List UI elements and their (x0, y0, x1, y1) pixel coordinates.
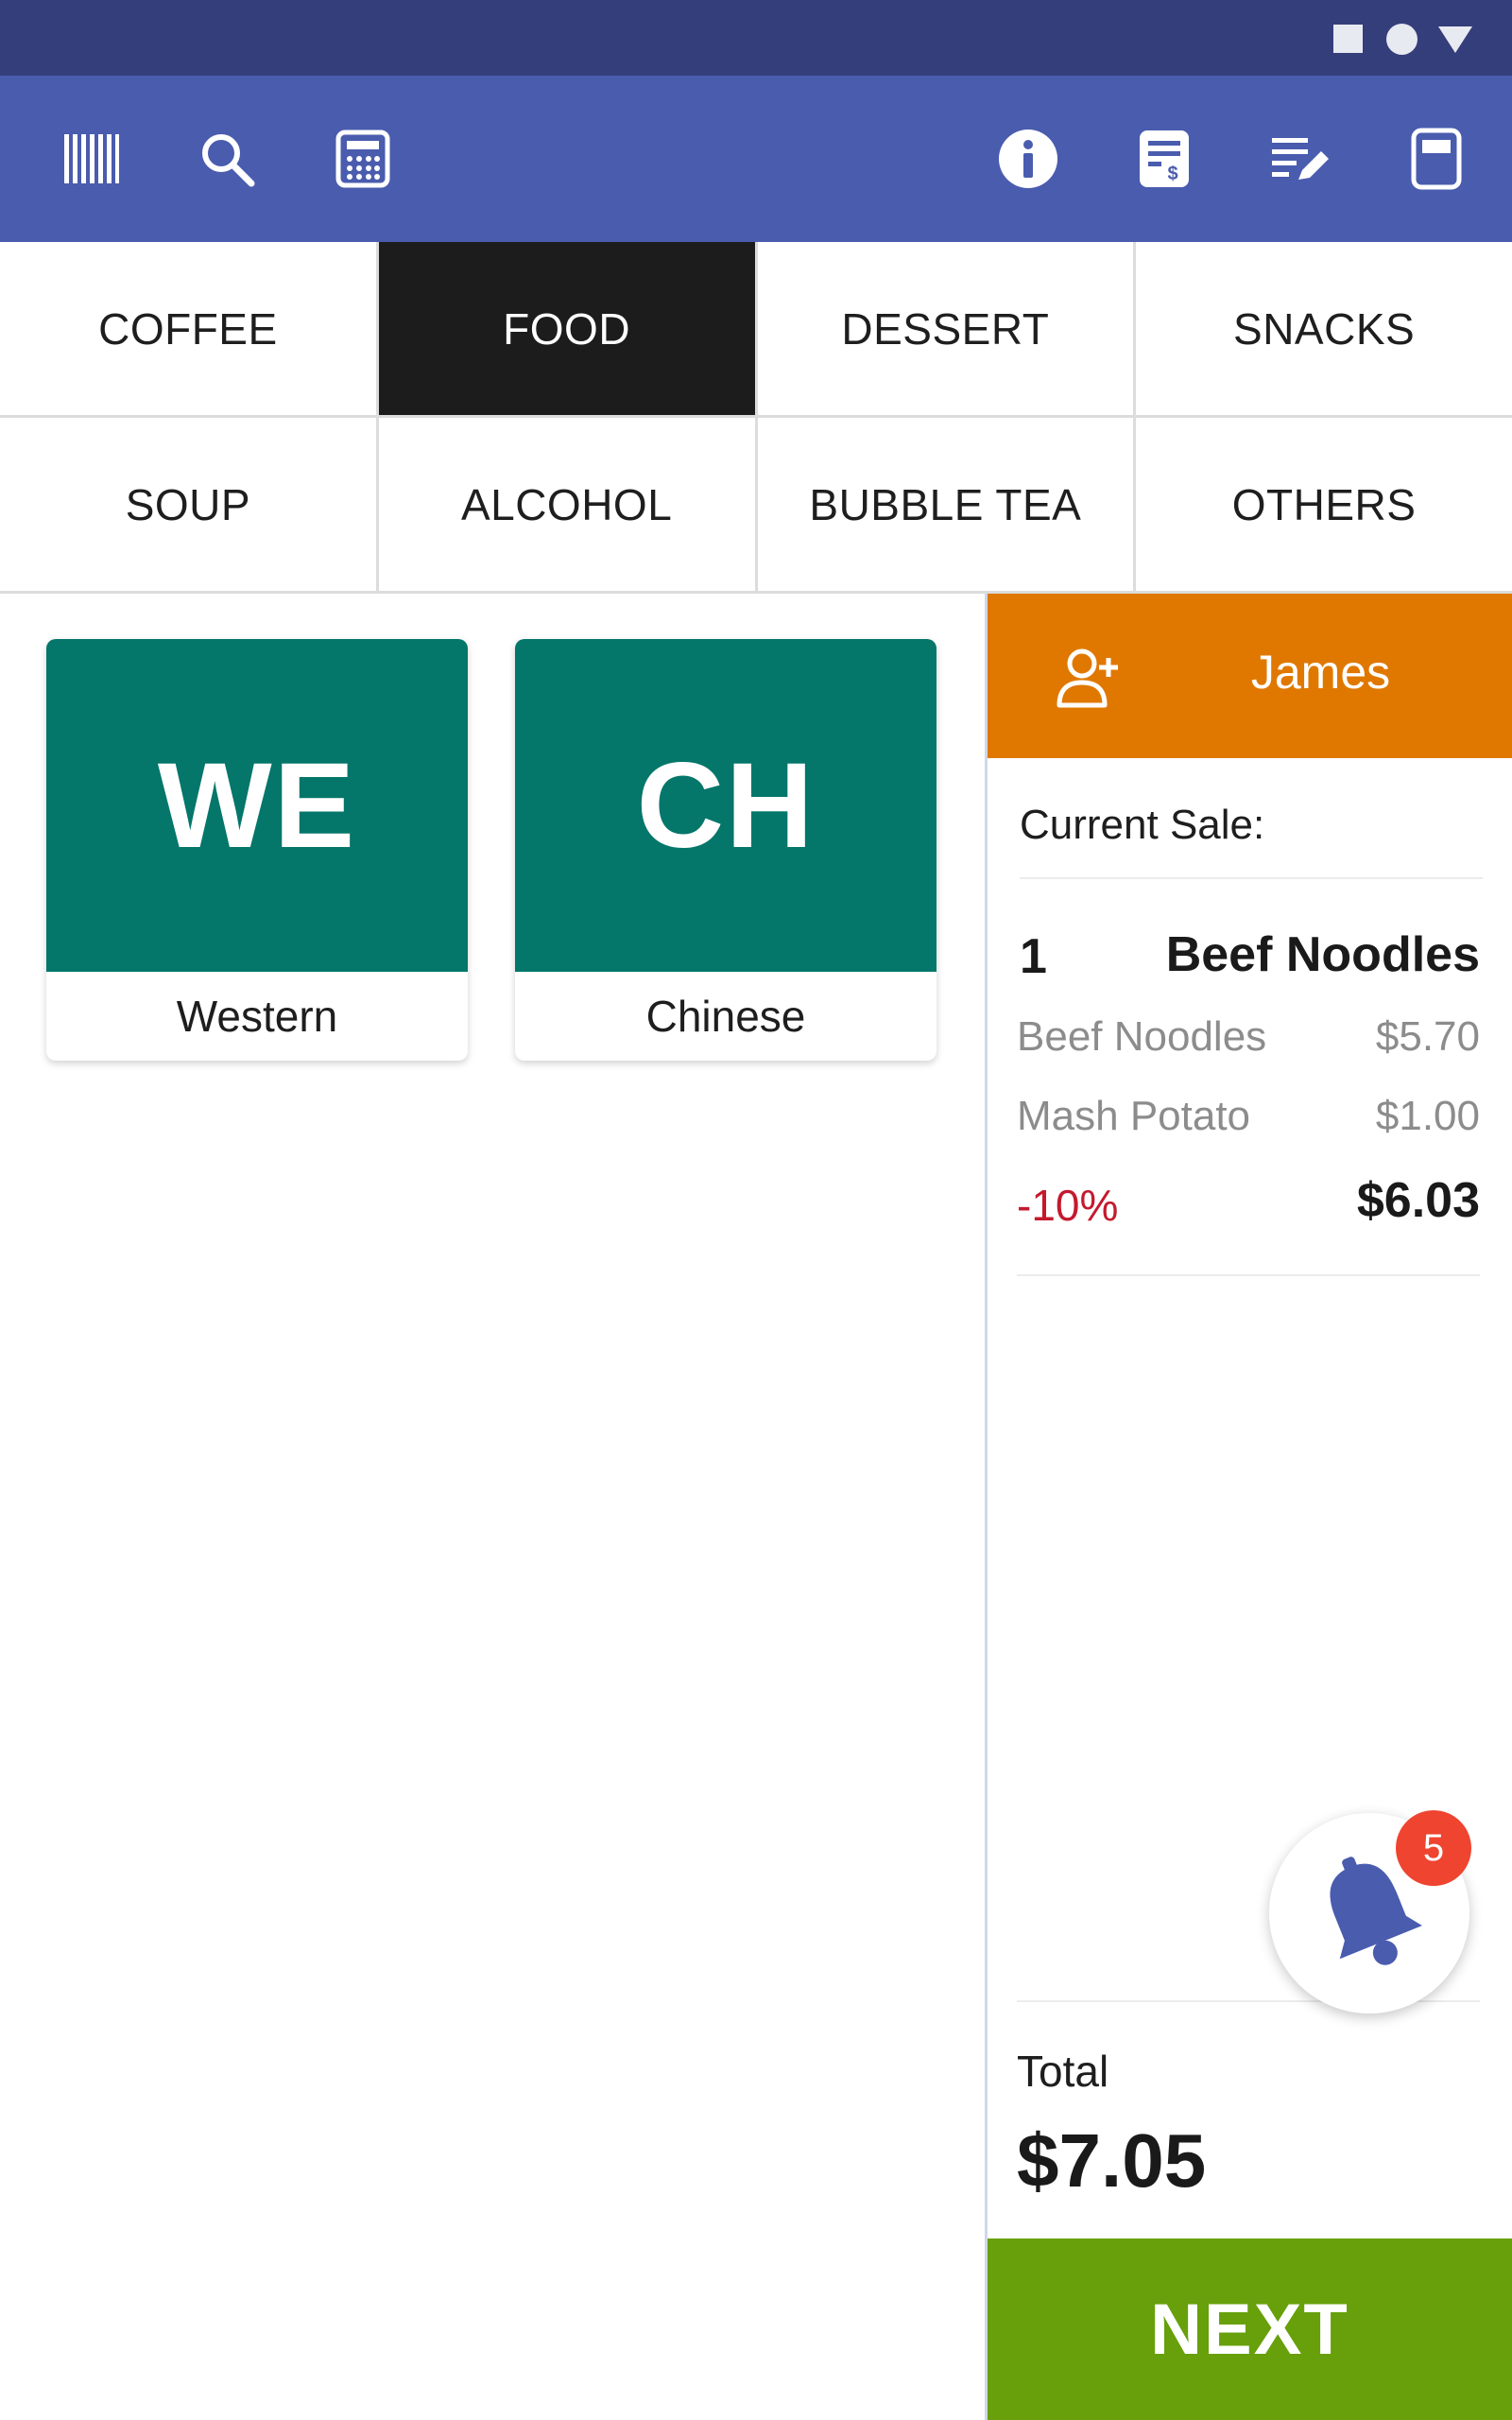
register-icon[interactable] (1399, 121, 1474, 197)
line-quantity: 1 (1020, 929, 1047, 984)
line-item-name[interactable]: Beef Noodles (1166, 926, 1480, 983)
category-bubble-tea[interactable]: BUBBLE TEA (757, 418, 1134, 591)
total-amount: $7.05 (1017, 2118, 1207, 2203)
barcode-icon[interactable] (53, 121, 129, 197)
square-icon (1333, 25, 1363, 53)
product-tile-western[interactable]: WE Western (46, 639, 468, 1061)
notification-badge: 5 (1396, 1810, 1471, 1886)
product-abbr: CH (515, 639, 936, 972)
category-coffee[interactable]: COFFEE (0, 242, 376, 415)
info-icon[interactable] (990, 121, 1066, 197)
next-button[interactable]: NEXT (988, 2238, 1512, 2420)
status-bar (0, 0, 1512, 76)
triangle-icon (1438, 26, 1472, 53)
modifier-row: Beef Noodles $5.70 (1017, 1013, 1480, 1061)
product-abbr: WE (46, 639, 468, 972)
circle-icon (1386, 24, 1418, 55)
category-soup[interactable]: SOUP (0, 418, 376, 591)
receipt-icon[interactable]: $ (1126, 121, 1202, 197)
category-snacks[interactable]: SNACKS (1136, 242, 1512, 415)
current-sale-heading: Current Sale: (1020, 802, 1265, 848)
edit-list-icon[interactable] (1263, 121, 1338, 197)
modifier-row: Mash Potato $1.00 (1017, 1093, 1480, 1140)
total-label: Total (1017, 2047, 1109, 2096)
customer-button[interactable]: James (988, 594, 1512, 758)
category-others[interactable]: OTHERS (1136, 418, 1512, 591)
modifier-price: $5.70 (1375, 1013, 1480, 1060)
modifier-price: $1.00 (1375, 1093, 1480, 1139)
calculator-icon[interactable] (325, 121, 401, 197)
toolbar: $ (0, 76, 1512, 242)
modifier-name: Beef Noodles (1017, 1013, 1267, 1060)
product-name: Western (176, 992, 338, 1041)
product-tile-chinese[interactable]: CH Chinese (515, 639, 936, 1061)
svg-text:$: $ (1167, 164, 1177, 184)
product-name: Chinese (645, 992, 806, 1041)
category-dessert[interactable]: DESSERT (757, 242, 1134, 415)
divider (1020, 877, 1483, 879)
category-alcohol[interactable]: ALCOHOL (378, 418, 755, 591)
customer-name: James (1250, 646, 1391, 699)
line-total: $6.03 (1356, 1173, 1480, 1228)
discount-label: -10% (1017, 1181, 1119, 1230)
divider (1017, 1274, 1480, 1276)
category-food[interactable]: FOOD (378, 242, 755, 415)
modifier-name: Mash Potato (1017, 1093, 1251, 1139)
category-grid: COFFEE FOOD DESSERT SNACKS SOUP ALCOHOL … (0, 242, 1512, 594)
search-icon[interactable] (189, 121, 265, 197)
